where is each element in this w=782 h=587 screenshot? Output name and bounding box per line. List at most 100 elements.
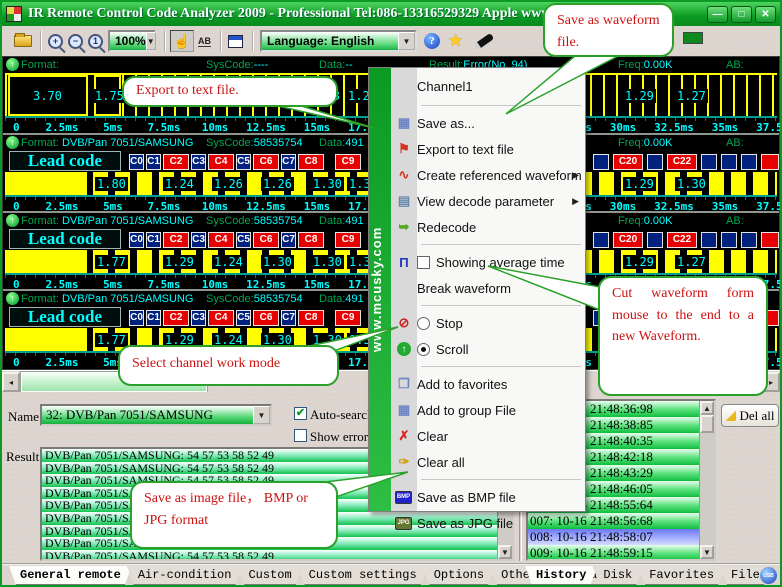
freq-value: 0.00K: [644, 215, 673, 227]
history-scrollbar[interactable]: ▲ ▼: [699, 401, 714, 559]
bit-label: C3: [191, 310, 206, 326]
menu-item[interactable]: ▦ Add to group File: [391, 397, 585, 423]
tab[interactable]: Options: [423, 566, 495, 585]
bit-label: [593, 232, 609, 248]
time-tick-label: 12.5ms: [246, 278, 286, 291]
show-error-checkbox[interactable]: [294, 429, 307, 442]
menu-item[interactable]: JPG Save as JPG file: [391, 510, 585, 536]
channel-up-icon[interactable]: ↑: [6, 58, 19, 71]
tab[interactable]: History: [525, 566, 597, 585]
auto-search-checkbox[interactable]: ✔: [294, 407, 307, 420]
menu-brand-strip: www.mcusky.com: [369, 68, 391, 511]
result-row[interactable]: DVB/Pan 7051/SAMSUNG: 54 57 53 58 52 49: [42, 550, 497, 559]
bit-label: C0: [129, 154, 144, 170]
channel-up-icon[interactable]: ↑: [6, 214, 19, 227]
pulse-width-value: 1.26: [261, 177, 294, 191]
menu-item[interactable]: ▤ View decode parameter ▶: [391, 188, 585, 214]
menu-item-label: Channel1: [417, 79, 473, 94]
menu-item[interactable]: Π Showing average time: [391, 249, 585, 275]
scroll-down-button[interactable]: ▼: [700, 545, 714, 559]
menu-item[interactable]: ➥ Redecode: [391, 214, 585, 240]
bit-label: C22: [667, 154, 697, 170]
tab[interactable]: Favorites: [638, 566, 725, 585]
bit-label: C2: [163, 154, 189, 170]
favorites-button[interactable]: ★: [448, 30, 463, 52]
open-file-button[interactable]: [14, 30, 32, 52]
time-tick-label: 2.5ms: [45, 200, 78, 213]
window-icon: [228, 35, 243, 48]
ab-label: AB:: [726, 137, 744, 149]
syscode-label: SysCode:: [206, 215, 254, 227]
menu-item-icon: ∿: [391, 167, 417, 183]
menu-item-mark: [417, 317, 430, 330]
hand-tool-button[interactable]: ☝: [170, 30, 194, 52]
zoom-reset-button[interactable]: 1: [88, 30, 103, 52]
window-view-button[interactable]: [228, 30, 243, 52]
channel-up-icon[interactable]: ↑: [6, 136, 19, 149]
tab[interactable]: Custom settings: [298, 566, 428, 585]
tab[interactable]: General remote: [9, 566, 132, 585]
tab[interactable]: Disk: [592, 566, 643, 585]
marker-tool-button[interactable]: [474, 30, 494, 52]
hand-icon: ☝: [173, 33, 190, 50]
menu-item[interactable]: ↑ Scroll: [391, 336, 585, 362]
lead-code-label: Lead code: [9, 307, 121, 327]
color-indicator: [683, 32, 703, 44]
ab-label: AB:: [726, 59, 744, 71]
pulse-width-value: 1.29: [623, 177, 656, 191]
help-button[interactable]: ?: [424, 30, 440, 52]
zoom-in-button[interactable]: +: [48, 30, 63, 52]
tab[interactable]: Custom: [237, 566, 302, 585]
time-tick-label: 10ms: [202, 278, 229, 291]
time-tick-label: 2.5ms: [45, 121, 78, 134]
broom-icon: [725, 410, 736, 421]
bit-label: C4: [208, 154, 234, 170]
del-all-button[interactable]: Del all: [721, 404, 779, 427]
chevron-down-icon[interactable]: ▼: [398, 32, 415, 50]
pen-icon: [474, 32, 494, 49]
tab[interactable]: Air-condition: [127, 566, 243, 585]
scroll-up-button[interactable]: ▲: [700, 401, 714, 415]
bit-label: [701, 154, 717, 170]
zoom-select[interactable]: 100%▼: [108, 30, 156, 52]
bit-label: C8: [298, 310, 324, 326]
menu-item[interactable]: Break waveform: [391, 275, 585, 301]
time-tick-label: 10ms: [202, 121, 229, 134]
minimize-button[interactable]: —: [707, 6, 728, 23]
menu-item-label: View decode parameter: [417, 194, 554, 209]
scroll-down-button[interactable]: ▼: [498, 545, 512, 559]
usb-status-icon: USB: [760, 567, 777, 584]
scroll-left-button[interactable]: ◂: [2, 372, 20, 392]
menu-item-label: Save as JPG file: [417, 516, 513, 531]
menu-item[interactable]: ⚑ Export to text file: [391, 136, 585, 162]
menu-item-label: Stop: [436, 316, 463, 331]
zoom-out-button[interactable]: −: [68, 30, 83, 52]
time-tick-label: 32.5ms: [654, 200, 694, 213]
chevron-down-icon[interactable]: ▼: [253, 406, 270, 424]
menu-item[interactable]: BMP Save as BMP file: [391, 484, 585, 510]
measure-ab-button[interactable]: AB: [198, 30, 211, 52]
time-tick-label: 30ms: [610, 121, 637, 134]
remote-name-select[interactable]: 32: DVB/Pan 7051/SAMSUNG▼: [40, 404, 272, 426]
vscrollbar-thumb[interactable]: [700, 415, 714, 433]
menu-item[interactable]: ❐ Add to favorites: [391, 371, 585, 397]
menu-item[interactable]: ∿ Create referenced waveform ▶: [391, 162, 585, 188]
syscode-label: SysCode:: [206, 293, 254, 305]
channel-up-icon[interactable]: ↑: [6, 292, 19, 305]
language-select[interactable]: Language: English▼: [260, 30, 417, 52]
history-row[interactable]: 009: 10-16 21:48:59:15: [528, 545, 699, 559]
data-label: Data:: [319, 293, 345, 305]
menu-item[interactable]: ▦ Save as...: [391, 110, 585, 136]
lead-pulse-block: [7, 172, 87, 195]
menu-item[interactable]: Channel1: [391, 71, 585, 101]
close-button[interactable]: ✕: [755, 6, 776, 23]
menu-item[interactable]: ✑ Clear all: [391, 449, 585, 475]
menu-item[interactable]: ⊘ Stop: [391, 310, 585, 336]
time-tick-label: 7.5ms: [147, 121, 180, 134]
menu-item[interactable]: ✗ Clear: [391, 423, 585, 449]
pulse-width-value: 1.80: [95, 177, 128, 191]
bit-label: C7: [281, 232, 296, 248]
chevron-down-icon[interactable]: ▼: [146, 32, 156, 50]
format-label: Format:: [21, 59, 59, 71]
maximize-button[interactable]: □: [731, 6, 752, 23]
